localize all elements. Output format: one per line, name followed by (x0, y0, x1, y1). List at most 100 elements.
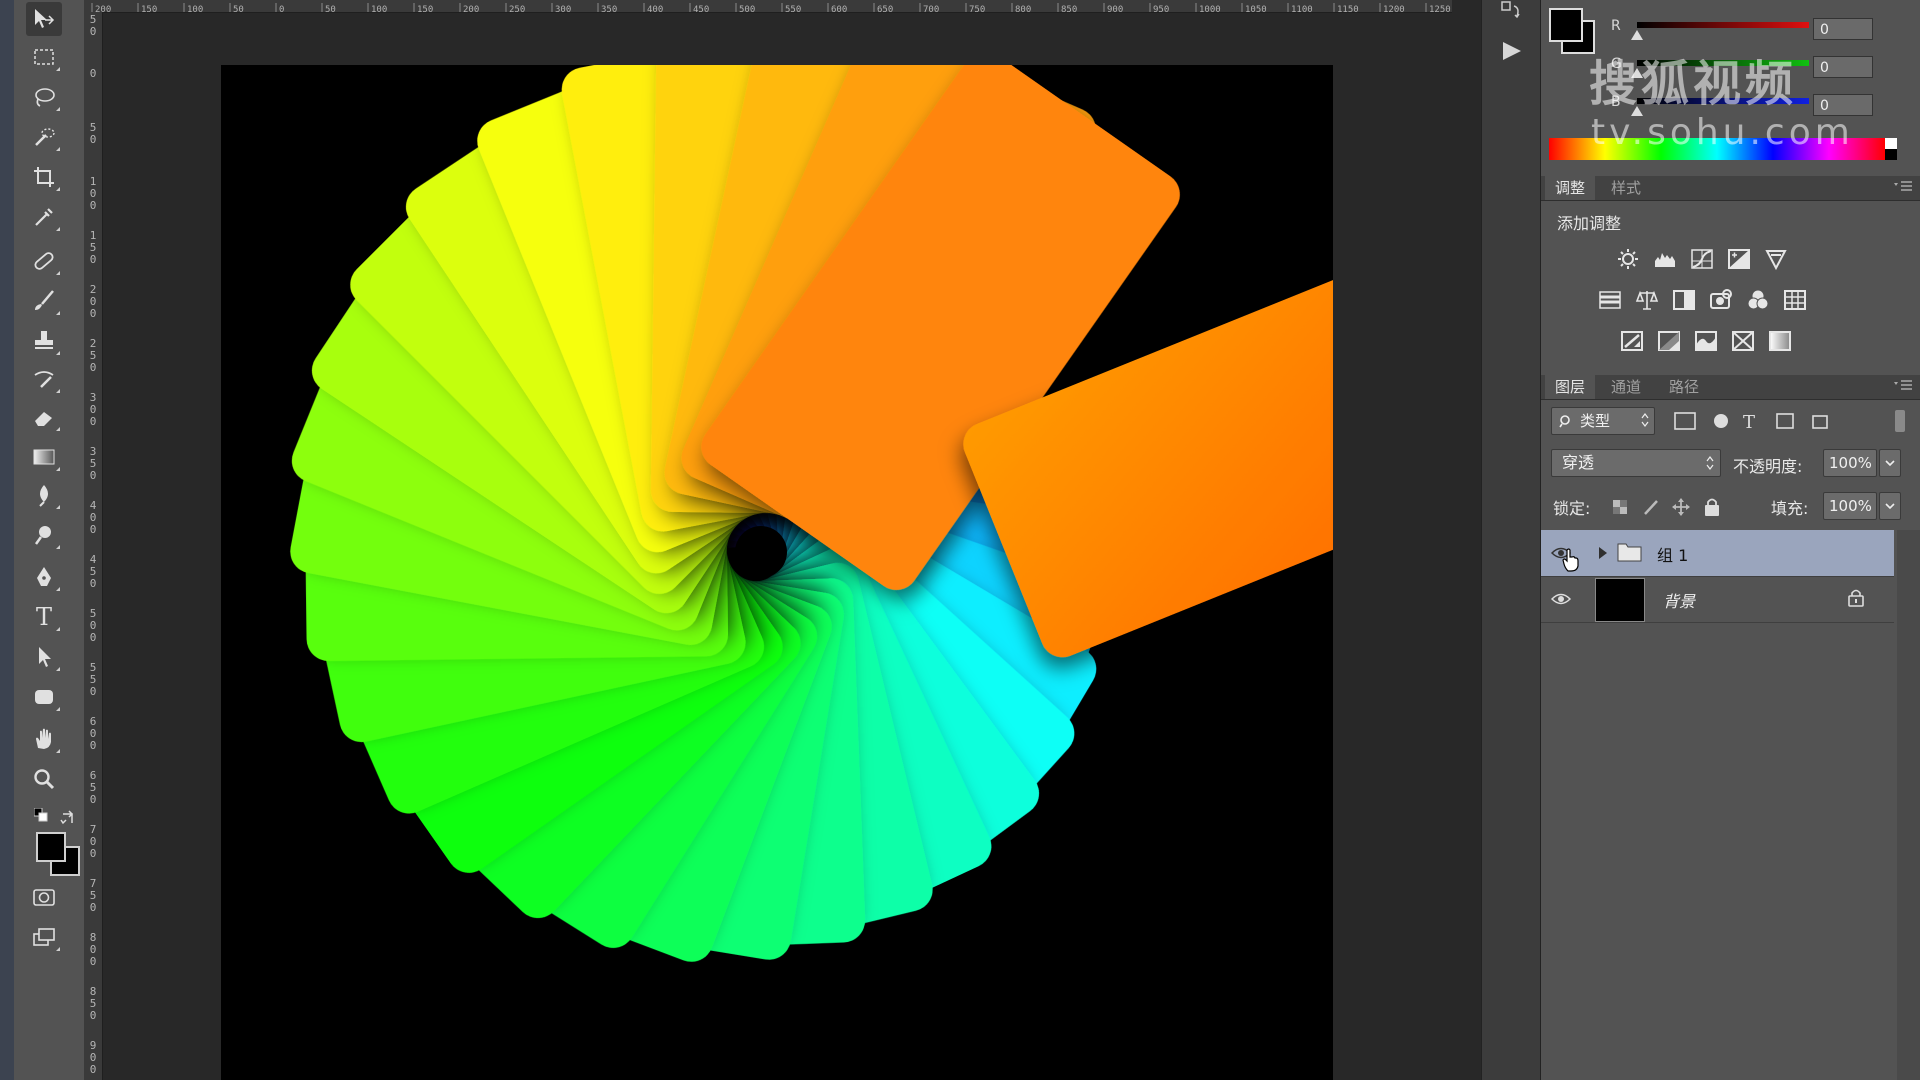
swap-colors-icon[interactable] (60, 810, 76, 826)
layers-scrollbar[interactable] (1897, 530, 1920, 1080)
clone-stamp-tool[interactable] (26, 324, 62, 358)
horizontal-ruler[interactable]: 200 150 100 50 0 50 100 150 200 250 300 350 400 450 50… (84, 0, 1452, 13)
hue-saturation-icon[interactable] (1597, 287, 1623, 313)
brightness-contrast-icon[interactable] (1615, 246, 1641, 272)
brush-tool[interactable] (26, 284, 62, 318)
filter-kind-label: 类型 (1580, 412, 1611, 430)
healing-brush-tool[interactable] (26, 244, 62, 278)
brush-icon (35, 290, 54, 310)
invert-icon[interactable] (1619, 328, 1645, 354)
layer-row-group-1[interactable]: 组 1 (1541, 530, 1894, 577)
curves-icon[interactable] (1689, 246, 1715, 272)
tab-styles[interactable]: 样式 (1601, 176, 1651, 200)
vertical-ruler[interactable]: 5005010015020025030035040045050055060065… (84, 12, 103, 1080)
pixel-layer-filter-icon[interactable] (1674, 412, 1696, 430)
actions-panel-button[interactable] (1496, 36, 1526, 66)
opacity-dropdown-button[interactable] (1879, 449, 1901, 477)
lasso-tool[interactable] (26, 80, 62, 114)
eraser-tool[interactable] (26, 400, 62, 434)
fill-dropdown-button[interactable] (1879, 492, 1901, 520)
direct-select-arrow-icon (39, 647, 51, 667)
crop-icon (34, 167, 54, 187)
panel-menu-icon[interactable] (1894, 180, 1912, 194)
fill-label: 填充: (1771, 499, 1809, 518)
red-channel-slider[interactable] (1637, 22, 1809, 28)
shape-layer-filter-icon[interactable] (1776, 413, 1794, 429)
posterize-icon[interactable] (1656, 328, 1682, 354)
adjustment-layer-filter-icon[interactable] (1714, 414, 1728, 428)
smart-object-filter-icon[interactable] (1812, 415, 1828, 429)
path-select-tool[interactable] (26, 640, 62, 674)
threshold-icon[interactable] (1693, 328, 1719, 354)
color-balance-icon[interactable] (1634, 287, 1660, 313)
foreground-color-swatch[interactable] (36, 832, 66, 862)
eyedropper-tool[interactable] (26, 200, 62, 234)
red-value-field[interactable]: 0 (1813, 18, 1873, 40)
default-colors-icon[interactable] (34, 808, 48, 822)
move-tool[interactable] (26, 2, 62, 36)
type-layer-filter-icon[interactable]: T (1743, 412, 1755, 432)
gradient-tool[interactable] (26, 440, 62, 474)
crop-tool[interactable] (26, 160, 62, 194)
tab-paths[interactable]: 路径 (1659, 375, 1709, 399)
channel-mixer-icon[interactable] (1745, 287, 1771, 313)
color-lookup-icon[interactable] (1782, 287, 1808, 313)
tab-channels[interactable]: 通道 (1601, 375, 1651, 399)
levels-icon[interactable] (1652, 246, 1678, 272)
lock-transparent-pixels-icon[interactable] (1613, 500, 1627, 514)
selective-color-icon[interactable] (1730, 328, 1756, 354)
ruler-label: 700 (923, 5, 939, 13)
type-tool[interactable]: T (26, 600, 62, 634)
zoom-tool[interactable] (26, 762, 62, 796)
shape-tool[interactable] (26, 680, 62, 714)
marquee-tool[interactable] (26, 40, 62, 74)
black-swatch[interactable] (1885, 149, 1897, 160)
layer-name[interactable]: 背景 (1663, 588, 1695, 612)
type-icon: T (35, 603, 52, 631)
play-icon (1503, 42, 1521, 60)
green-value-field[interactable]: 0 (1813, 56, 1873, 78)
red-slider-thumb-icon[interactable] (1631, 30, 1643, 40)
tab-adjustments[interactable]: 调整 (1545, 176, 1596, 200)
layer-row-background[interactable]: 背景 (1541, 576, 1894, 623)
layer-name[interactable]: 组 1 (1657, 542, 1688, 566)
ruler-label: 150 (141, 5, 157, 13)
expand-group-arrow-icon[interactable] (1597, 546, 1609, 560)
exposure-icon[interactable] (1726, 246, 1752, 272)
history-panel-button[interactable] (1496, 0, 1526, 26)
pen-tool[interactable] (26, 560, 62, 594)
ruler-label: 100 (371, 5, 387, 13)
tab-layers[interactable]: 图层 (1545, 375, 1596, 399)
lock-position-icon[interactable] (1672, 498, 1690, 516)
filter-toggle-switch[interactable] (1895, 410, 1905, 432)
blur-tool[interactable] (26, 478, 62, 512)
lock-image-pixels-icon[interactable] (1644, 500, 1658, 515)
blend-mode-select[interactable]: 穿透 (1551, 449, 1721, 477)
history-brush-tool[interactable] (26, 362, 62, 396)
history-icon (1501, 1, 1520, 19)
lock-all-icon[interactable] (1705, 498, 1719, 517)
white-swatch[interactable] (1885, 138, 1897, 149)
layers-panel-menu-icon[interactable] (1894, 379, 1912, 393)
opacity-field[interactable]: 100% (1823, 449, 1877, 477)
blend-mode-value: 穿透 (1562, 453, 1595, 472)
ruler-label: 150 (417, 5, 433, 13)
hand-tool[interactable] (26, 722, 62, 756)
fill-field[interactable]: 100% (1823, 492, 1877, 520)
quick-mask-button[interactable] (26, 880, 62, 914)
screen-mode-button[interactable] (26, 920, 62, 954)
layer-thumbnail (1595, 578, 1645, 622)
filter-type-icons: T (1674, 412, 1828, 432)
gradient-map-icon[interactable] (1767, 328, 1793, 354)
watermark-url-text: tv.sohu.com (1591, 112, 1854, 153)
add-adjustment-heading: 添加调整 (1557, 214, 1622, 233)
black-white-icon[interactable] (1671, 287, 1697, 313)
quick-select-tool[interactable] (26, 120, 62, 154)
visibility-eye-icon[interactable] (1551, 589, 1571, 609)
photo-filter-icon[interactable] (1708, 287, 1734, 313)
dodge-tool[interactable] (26, 518, 62, 552)
color-panel-foreground-swatch[interactable] (1549, 8, 1583, 42)
rounded-rectangle-icon (35, 690, 53, 704)
document-canvas[interactable] (221, 65, 1333, 1080)
vibrance-icon[interactable] (1763, 246, 1789, 272)
